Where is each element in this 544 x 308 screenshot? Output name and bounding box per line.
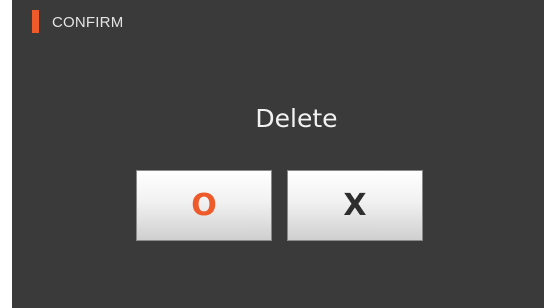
confirm-message: Delete — [255, 104, 338, 133]
header-bar: CONFIRM — [12, 0, 544, 46]
cancel-button-label: X — [343, 187, 367, 223]
confirm-screen: CONFIRM Delete O X — [12, 0, 544, 308]
confirm-button-label: O — [191, 187, 217, 223]
header-accent-bar — [32, 10, 39, 33]
cancel-button[interactable]: X — [287, 170, 423, 241]
confirm-button[interactable]: O — [136, 170, 272, 241]
header-title: CONFIRM — [52, 14, 124, 31]
